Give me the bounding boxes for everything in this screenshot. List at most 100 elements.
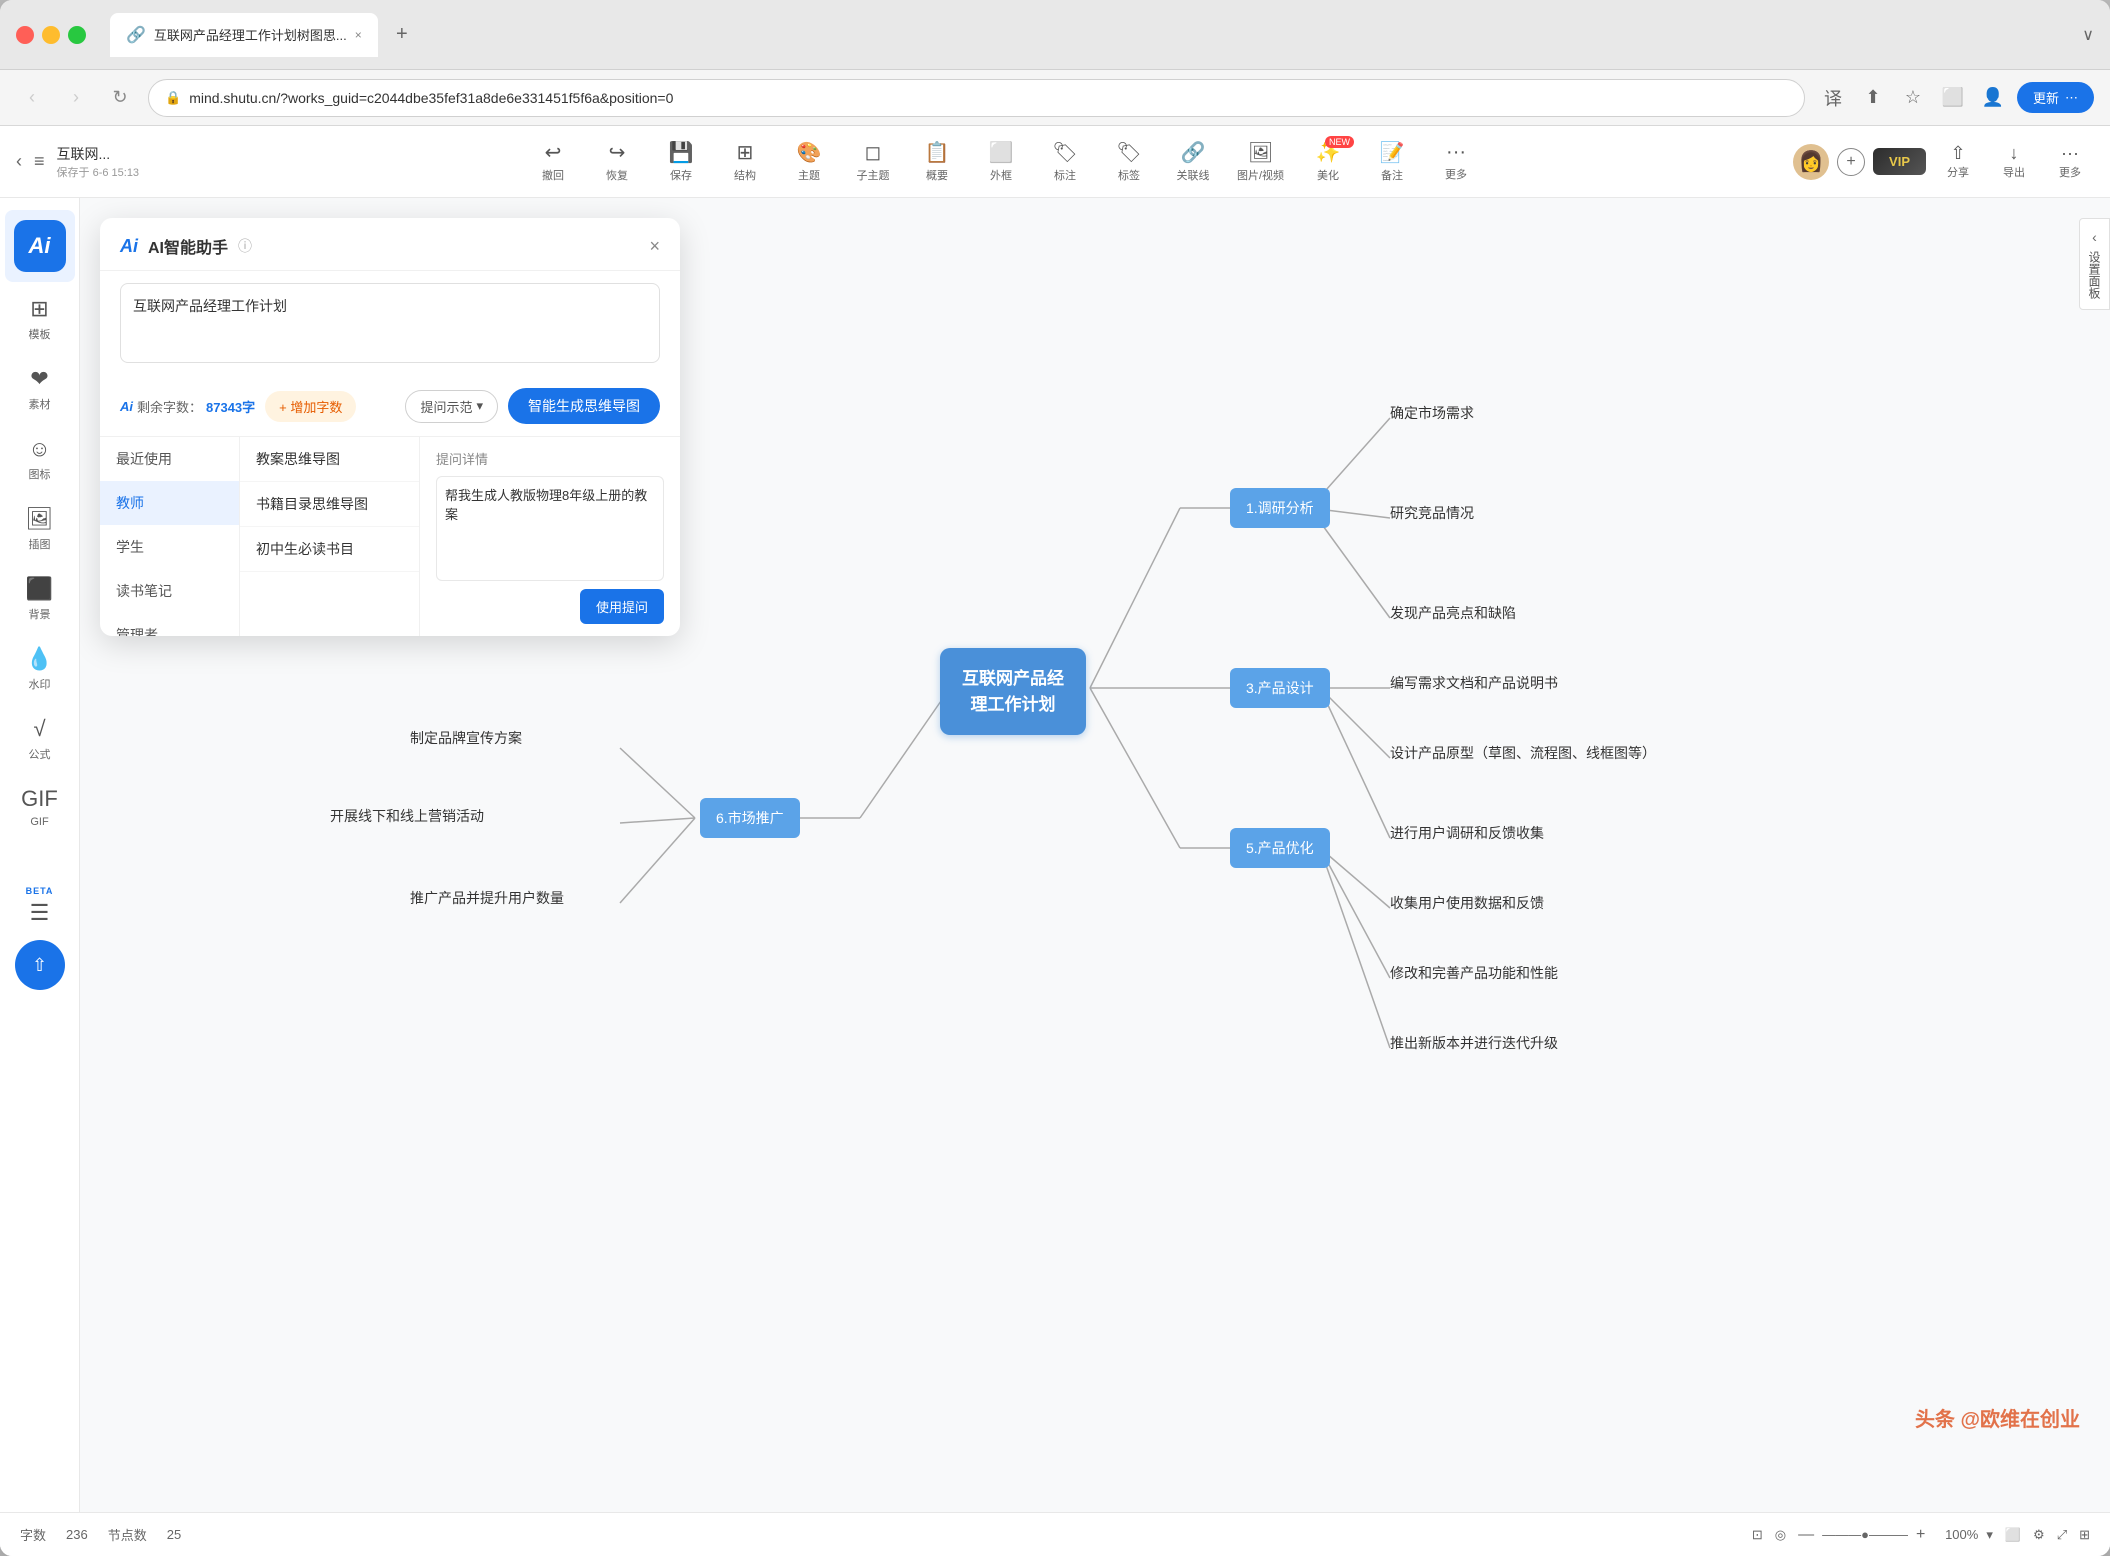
new-tab-btn[interactable]: +: [386, 19, 418, 51]
toolbar-redo[interactable]: ↪ 恢复: [587, 134, 647, 189]
toolbar-structure[interactable]: ⊞ 结构: [715, 134, 775, 189]
theme-icon: 🎨: [797, 140, 822, 165]
use-prompt-btn[interactable]: 使用提问: [580, 589, 664, 624]
branch-node-design[interactable]: 3.产品设计: [1230, 668, 1330, 708]
toolbar-export[interactable]: ↓ 导出: [1990, 143, 2038, 180]
update-btn[interactable]: 更新 ⋯: [2017, 82, 2094, 113]
node-count: 25: [167, 1527, 181, 1542]
toolbar-undo[interactable]: ↩ 撤回: [523, 134, 583, 189]
toolbar-frame[interactable]: ⬜ 外框: [971, 134, 1031, 189]
refresh-btn[interactable]: ↻: [104, 82, 136, 114]
generate-btn[interactable]: 智能生成思维导图: [508, 388, 660, 424]
ai-template-reading[interactable]: 初中生必读书目: [240, 527, 419, 572]
prompt-select[interactable]: 提问示范 ▾: [405, 390, 498, 423]
undo-icon: ↩: [545, 140, 562, 165]
toolbar-save[interactable]: 💾 保存: [651, 134, 711, 189]
toolbar-marker[interactable]: 🏷 标注: [1035, 134, 1095, 189]
leaf-collect-data: 收集用户使用数据和反馈: [1390, 893, 1544, 913]
extension-btn[interactable]: ⬜: [1937, 82, 1969, 114]
toolbar-tag[interactable]: 🏷 标签: [1099, 134, 1159, 189]
ai-info-btn[interactable]: ⓘ: [238, 236, 252, 256]
subtheme-label: 子主题: [856, 167, 889, 183]
toolbar-more2[interactable]: ··· 更多: [2046, 143, 2094, 180]
user-avatar[interactable]: 👩: [1793, 144, 1829, 180]
sidebar-item-template[interactable]: ⊞ 模板: [5, 286, 75, 352]
screenshot-btn[interactable]: ⬆: [1857, 82, 1889, 114]
toolbar-menu-btn[interactable]: ≡: [34, 151, 45, 172]
ai-input[interactable]: 互联网产品经理工作计划: [120, 283, 660, 363]
thumbnail-btn[interactable]: ⬜: [2005, 1527, 2021, 1543]
ai-template-books[interactable]: 书籍目录思维导图: [240, 482, 419, 527]
bookmark-btn[interactable]: ☆: [1897, 82, 1929, 114]
vip-btn[interactable]: VIP: [1873, 148, 1926, 175]
canvas-area[interactable]: Ai AI智能助手 ⓘ × 互联网产品经理工作计划 Ai 剩余字数： 87343…: [80, 198, 2110, 1512]
sidebar-item-gif[interactable]: GIF GIF: [5, 776, 75, 838]
translate-btn[interactable]: 译: [1817, 82, 1849, 114]
formula-label: 公式: [29, 746, 51, 762]
ai-template-lesson[interactable]: 教案思维导图: [240, 437, 419, 482]
minimize-window-btn[interactable]: [42, 26, 60, 44]
sidebar-item-icon[interactable]: ☺ 图标: [5, 426, 75, 492]
zoom-slider[interactable]: ———●———: [1822, 1527, 1908, 1542]
sidebar-item-material[interactable]: ❤ 素材: [5, 356, 75, 422]
ai-remaining-icon: Ai: [120, 399, 133, 414]
maximize-window-btn[interactable]: [68, 26, 86, 44]
char-count-label: 字数: [20, 1525, 46, 1544]
toolbar-more[interactable]: ··· 更多: [1426, 135, 1486, 188]
right-panel-toggle[interactable]: ‹ 设置面板: [2079, 218, 2110, 310]
close-window-btn[interactable]: [16, 26, 34, 44]
settings-btn[interactable]: ⚙: [2033, 1527, 2045, 1543]
sidebar-item-ai[interactable]: Ai: [5, 210, 75, 282]
browser-menu-btn[interactable]: ∨: [2082, 25, 2094, 45]
add-user-btn[interactable]: +: [1837, 148, 1865, 176]
url-bar[interactable]: 🔒 mind.shutu.cn/?works_guid=c2044dbe35fe…: [148, 79, 1805, 117]
leaf-brand: 制定品牌宣传方案: [410, 728, 522, 748]
marker-label: 标注: [1054, 167, 1076, 183]
grid-btn[interactable]: ⊞: [2079, 1527, 2090, 1543]
fullscreen-btn[interactable]: ⤢: [2057, 1527, 2067, 1543]
branch-node-marketing[interactable]: 6.市场推广: [700, 798, 800, 838]
theme-label: 主题: [798, 167, 820, 183]
more-label: 更多: [1445, 166, 1467, 182]
zoom-in-btn[interactable]: +: [1916, 1526, 1925, 1544]
forward-btn[interactable]: ›: [60, 82, 92, 114]
toolbar-back-btn[interactable]: ‹: [16, 151, 22, 172]
profile-btn[interactable]: 👤: [1977, 82, 2009, 114]
toolbar-summary[interactable]: 📋 概要: [907, 134, 967, 189]
center-icon[interactable]: ◎: [1775, 1527, 1786, 1543]
ai-cat-student[interactable]: 学生: [100, 525, 239, 569]
add-words-btn[interactable]: + 增加字数: [265, 391, 356, 422]
sidebar-item-watermark[interactable]: 💧 水印: [5, 636, 75, 702]
tab-close-btn[interactable]: ×: [355, 28, 362, 42]
toolbar-media[interactable]: 🖼 图片/视频: [1227, 134, 1294, 189]
toolbar-beautify[interactable]: ✨ 美化 NEW: [1298, 134, 1358, 189]
tab-area: 🔗 互联网产品经理工作计划树图思... × +: [110, 13, 2070, 57]
sidebar-item-share2[interactable]: ⇧: [15, 940, 65, 990]
mindmap-center-node[interactable]: 互联网产品经理工作计划: [940, 648, 1086, 735]
remaining-count: 87343字: [206, 397, 255, 416]
sidebar-item-outline[interactable]: BETA ☰: [5, 876, 75, 936]
toolbar-share[interactable]: ⇧ 分享: [1934, 143, 1982, 180]
ai-cat-reading[interactable]: 读书笔记: [100, 569, 239, 613]
fit-icon[interactable]: ⊡: [1752, 1527, 1763, 1543]
branch-node-optimize[interactable]: 5.产品优化: [1230, 828, 1330, 868]
toolbar-theme[interactable]: 🎨 主题: [779, 134, 839, 189]
ai-prompt-textarea[interactable]: 帮我生成人教版物理8年级上册的教案: [436, 476, 664, 581]
ai-cat-teacher[interactable]: 教师: [100, 481, 239, 525]
zoom-chevron[interactable]: ▾: [1986, 1527, 1993, 1543]
sidebar-item-formula[interactable]: √ 公式: [5, 706, 75, 772]
ai-close-btn[interactable]: ×: [649, 236, 660, 257]
toolbar-backup[interactable]: 📝 备注: [1362, 134, 1422, 189]
ai-cat-manager[interactable]: 管理者: [100, 613, 239, 636]
sidebar-item-sticker[interactable]: 🖼 插图: [5, 496, 75, 562]
toolbar-link[interactable]: 🔗 关联线: [1163, 134, 1223, 189]
zoom-out-btn[interactable]: —: [1798, 1526, 1814, 1544]
active-tab[interactable]: 🔗 互联网产品经理工作计划树图思... ×: [110, 13, 378, 57]
sidebar-item-bg[interactable]: ⬛ 背景: [5, 566, 75, 632]
back-btn[interactable]: ‹: [16, 82, 48, 114]
branch-node-survey[interactable]: 1.调研分析: [1230, 488, 1330, 528]
main-area: Ai ⊞ 模板 ❤ 素材 ☺ 图标 🖼 插图: [0, 198, 2110, 1512]
toolbar-subtheme[interactable]: ◻ 子主题: [843, 134, 903, 189]
ai-cat-recent[interactable]: 最近使用: [100, 437, 239, 481]
leaf-competitor: 研究竞品情况: [1390, 503, 1474, 523]
